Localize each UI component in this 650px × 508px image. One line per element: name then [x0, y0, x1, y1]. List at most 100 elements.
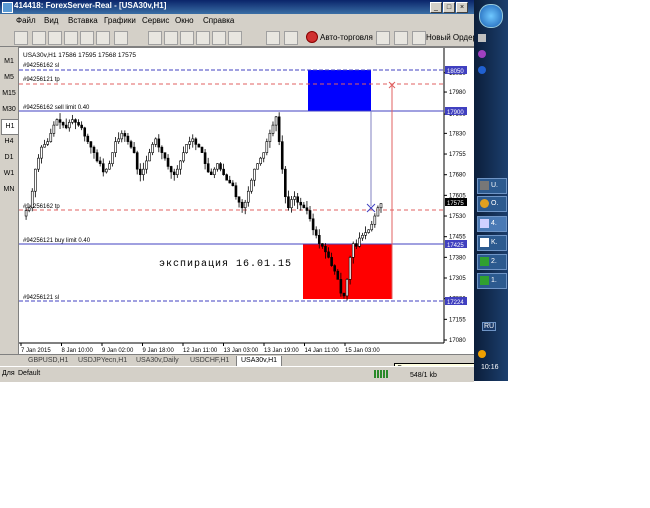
tf-h1[interactable]: H1 — [1, 119, 19, 135]
minimize-button[interactable]: _ — [430, 2, 442, 13]
y-tick-label: 17380 — [449, 255, 466, 261]
tf-m1[interactable]: M1 — [1, 55, 17, 69]
connection-bars-icon[interactable] — [374, 370, 388, 378]
price-tag-current: 17575 — [447, 201, 464, 207]
bluetooth-icon[interactable] — [478, 66, 486, 74]
candle-body — [308, 210, 312, 220]
order-label-sl-94256121: #94256121 sl — [23, 295, 59, 301]
tab-gbpusd-h1[interactable]: GBPUSD,H1 — [24, 356, 72, 366]
expiration-annotation[interactable]: экспирация 16.01.15 — [159, 259, 292, 270]
indicators-icon[interactable] — [114, 31, 128, 45]
candle-body — [43, 144, 46, 148]
candle-body — [216, 163, 219, 170]
crosshair-icon[interactable] — [164, 31, 178, 45]
tray-warning-icon[interactable] — [478, 350, 486, 358]
taskbar-item-3[interactable]: 4. — [477, 216, 507, 232]
candle-body — [203, 152, 207, 164]
candle-body — [209, 171, 213, 175]
taskbar-item-1[interactable]: U. — [477, 178, 507, 194]
candle-body — [71, 119, 74, 123]
candle-body — [46, 141, 49, 145]
autotrade-button[interactable]: Авто-торговля — [320, 33, 373, 42]
menu-charts[interactable]: Графики — [104, 16, 136, 25]
tf-h4[interactable]: H4 — [1, 135, 17, 149]
candle-body — [355, 243, 358, 247]
new-order-button[interactable]: Новый Ордер — [426, 33, 477, 42]
candle-body — [160, 146, 164, 153]
candle-body — [373, 215, 377, 225]
start-button[interactable] — [479, 4, 503, 28]
maximize-button[interactable]: □ — [443, 2, 455, 13]
candle-body — [142, 168, 145, 175]
price-tag-buy-limit: 17425 — [447, 243, 464, 249]
new-order-icon[interactable] — [412, 31, 426, 45]
cursor-icon[interactable] — [148, 31, 162, 45]
price-tag-sl-94256162: 18050 — [447, 69, 464, 75]
status-traffic: 548/1 kb — [410, 372, 437, 379]
candle-body — [305, 207, 309, 211]
channel-icon[interactable] — [228, 31, 242, 45]
menu-help[interactable]: Справка — [203, 16, 234, 25]
menu-window[interactable]: Окно — [175, 16, 194, 25]
mail-icon[interactable] — [394, 31, 408, 45]
tab-usdchf-h1[interactable]: USDCHF,H1 — [186, 356, 233, 366]
excel-icon — [480, 257, 489, 266]
y-tick-label: 17080 — [449, 338, 466, 344]
clock[interactable]: 10:16 — [481, 364, 499, 371]
price-chart[interactable]: USA30v,H1 17586 17595 17568 17575 180501… — [19, 48, 475, 355]
history-center-icon[interactable] — [266, 31, 280, 45]
order-label-buy-limit: #94256121 buy limit 0.40 — [23, 238, 91, 244]
y-tick-label: 17755 — [449, 152, 466, 158]
zoom-out-icon[interactable] — [48, 31, 62, 45]
taskbar-item-2[interactable]: O. — [477, 196, 507, 212]
tf-mn[interactable]: MN — [1, 183, 17, 197]
options-icon[interactable] — [284, 31, 298, 45]
horizontal-line-icon[interactable] — [196, 31, 210, 45]
candle-body — [98, 160, 102, 164]
candle-body — [191, 138, 195, 142]
menu-insert[interactable]: Вставка — [68, 16, 98, 25]
close-button[interactable]: × — [456, 2, 468, 13]
tf-m5[interactable]: M5 — [1, 71, 17, 85]
tf-w1[interactable]: W1 — [1, 167, 17, 181]
candle-body — [154, 138, 158, 145]
tile-windows-icon[interactable] — [64, 31, 78, 45]
order-label-tp-94256121: #94256121 tp — [23, 77, 60, 83]
language-indicator[interactable]: RU — [482, 322, 497, 331]
trendline-icon[interactable] — [212, 31, 226, 45]
tab-usa30v-daily[interactable]: USA30v,Daily — [132, 356, 183, 366]
autoscroll-icon[interactable] — [80, 31, 94, 45]
taskbar-item-4[interactable]: K. — [477, 235, 507, 251]
taskbar-item-5[interactable]: 2. — [477, 254, 507, 270]
chart-window[interactable]: USA30v,H1 17586 17595 17568 17575 180501… — [18, 47, 476, 356]
tf-d1[interactable]: D1 — [1, 151, 17, 165]
menu-tools[interactable]: Сервис — [142, 16, 169, 25]
chart-shift-icon[interactable] — [96, 31, 110, 45]
candle-body — [376, 207, 380, 217]
candle-body — [117, 138, 120, 142]
taskbar-item-6[interactable]: 1. — [477, 273, 507, 289]
autotrade-icon[interactable] — [306, 31, 318, 43]
tf-m30[interactable]: M30 — [1, 103, 17, 117]
candle-body — [89, 141, 93, 148]
terminal-icon[interactable] — [376, 31, 390, 45]
sell-zone-box[interactable] — [308, 70, 371, 111]
tray-network-icon[interactable] — [478, 50, 486, 58]
bar-chart-icon[interactable] — [14, 31, 28, 45]
candle-body — [222, 168, 225, 175]
tf-m15[interactable]: M15 — [1, 87, 17, 101]
vertical-line-icon[interactable] — [180, 31, 194, 45]
candle-body — [240, 201, 244, 209]
candle-body — [324, 246, 327, 253]
menu-file[interactable]: Файл — [16, 16, 36, 25]
y-tick-label: 17680 — [449, 173, 466, 179]
y-tick-label: 17980 — [449, 90, 466, 96]
candle-body — [296, 196, 299, 203]
zoom-in-icon[interactable] — [32, 31, 46, 45]
candle-body — [293, 196, 296, 200]
tray-app-icon[interactable] — [478, 34, 486, 42]
menu-view[interactable]: Вид — [44, 16, 58, 25]
tab-usdjpyecn-h1[interactable]: USDJPYecn,H1 — [74, 356, 131, 366]
metatrader-icon — [480, 219, 489, 228]
app-icon — [2, 2, 13, 13]
